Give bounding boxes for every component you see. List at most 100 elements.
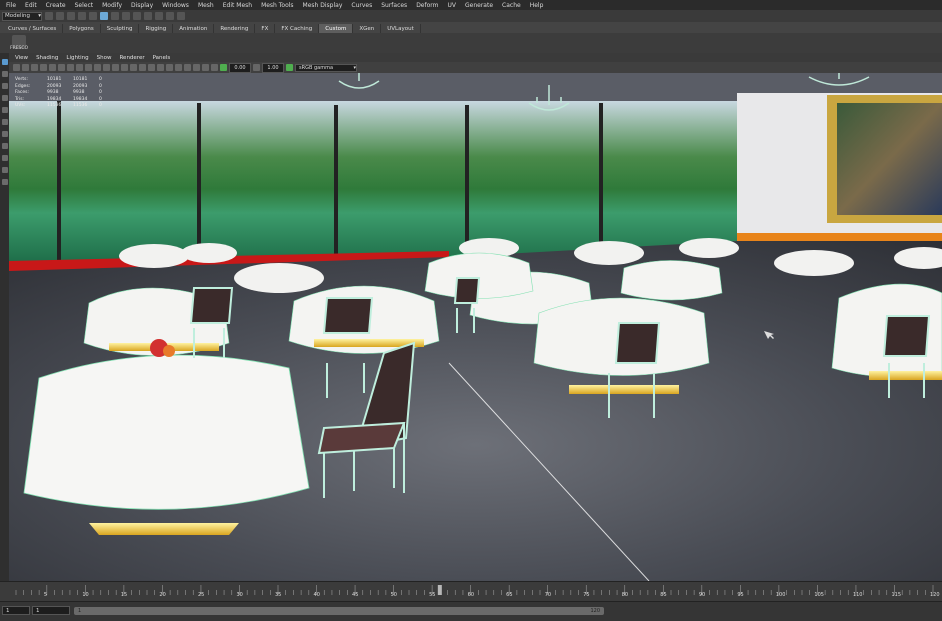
ambient-occlusion-icon[interactable] [157,64,164,71]
shelf-tab-rendering[interactable]: Rendering [214,24,256,33]
select-by-hierarchy-icon[interactable] [100,12,108,20]
menu-create[interactable]: Create [46,2,66,9]
xray-icon[interactable] [193,64,200,71]
panel-menu-lighting[interactable]: Lighting [66,55,88,61]
time-tick-label: 45 [352,592,359,598]
isolate-select-icon[interactable] [184,64,191,71]
menu-uv[interactable]: UV [448,2,457,9]
panel-menu-view[interactable]: View [15,55,28,61]
menu-mesh[interactable]: Mesh [198,2,214,9]
menu-edit-mesh[interactable]: Edit Mesh [223,2,252,9]
rotate-tool-icon[interactable] [1,107,8,113]
select-camera-icon[interactable] [13,64,20,71]
shelf-tab-animation[interactable]: Animation [173,24,215,33]
ipr-render-icon[interactable] [177,12,185,20]
menu-surfaces[interactable]: Surfaces [381,2,407,9]
xray-joints-icon[interactable] [202,64,209,71]
menu-modify[interactable]: Modify [102,2,122,9]
range-start-label: 1 [78,608,82,614]
menu-file[interactable]: File [6,2,16,9]
select-by-component-icon[interactable] [122,12,130,20]
menu-help[interactable]: Help [530,2,544,9]
redo-icon[interactable] [89,12,97,20]
shadows-icon[interactable] [148,64,155,71]
open-scene-icon[interactable] [56,12,64,20]
menu-set-dropdown[interactable]: Modeling ▾ [2,11,42,21]
new-scene-icon[interactable] [45,12,53,20]
bookmarks-icon[interactable] [31,64,38,71]
use-all-lights-icon[interactable] [139,64,146,71]
gate-mask-icon[interactable] [76,64,83,71]
shelf-tab-sculpting[interactable]: Sculpting [101,24,140,33]
camera-attributes-icon[interactable] [22,64,29,71]
snap-point-icon[interactable] [155,12,163,20]
safe-action-icon[interactable] [94,64,101,71]
range-slider[interactable]: 1 120 [74,607,604,615]
resolution-gate-icon[interactable] [67,64,74,71]
render-icon[interactable] [166,12,174,20]
menu-edit[interactable]: Edit [25,2,37,9]
field-chart-icon[interactable] [85,64,92,71]
panel-menu-panels[interactable]: Panels [153,55,171,61]
shelf-tab-fx-caching[interactable]: FX Caching [275,24,320,33]
shelf-tabs: Curves / Surfaces Polygons Sculpting Riggin… [0,22,942,33]
wireframe-on-shaded-icon[interactable] [121,64,128,71]
time-slider[interactable]: 5 10 15 20 25 30 35 40 45 50 55 60 65 70 75 80 85 90 95 100… [0,581,942,602]
exposure-toggle-icon[interactable] [220,64,227,71]
motion-blur-icon[interactable] [166,64,173,71]
current-frame-marker[interactable] [437,585,442,595]
undo-icon[interactable] [78,12,86,20]
panel-menu-shading[interactable]: Shading [36,55,58,61]
panel-menu-renderer[interactable]: Renderer [119,55,144,61]
persp-outliner-layout-icon[interactable] [1,167,8,173]
persp-graph-layout-icon[interactable] [1,179,8,185]
menu-windows[interactable]: Windows [162,2,189,9]
last-tool-icon[interactable] [1,131,8,137]
select-tool-icon[interactable] [1,59,8,65]
menu-generate[interactable]: Generate [465,2,493,9]
four-view-layout-icon[interactable] [1,155,8,161]
start-frame-field[interactable]: 1 [2,606,30,615]
exposure-field[interactable]: 0.00 [229,62,251,73]
perspective-viewport[interactable]: Verts: 10181 10181 0 Edges: 20093 20093 0 Faces:… [9,73,942,581]
menu-curves[interactable]: Curves [351,2,372,9]
menu-display[interactable]: Display [131,2,153,9]
menu-mesh-tools[interactable]: Mesh Tools [261,2,293,9]
menu-mesh-display[interactable]: Mesh Display [303,2,343,9]
backface-culling-icon[interactable] [211,64,218,71]
move-tool-icon[interactable] [1,95,8,101]
save-scene-icon[interactable] [67,12,75,20]
shelf-tab-curves-surfaces[interactable]: Curves / Surfaces [2,24,64,33]
snap-curve-icon[interactable] [144,12,152,20]
snap-grid-icon[interactable] [133,12,141,20]
view-transform-dropdown[interactable]: sRGB gamma ▾ [295,63,357,72]
wireframe-icon[interactable] [103,64,110,71]
shelf-tab-xgen[interactable]: XGen [353,24,382,33]
single-perspective-layout-icon[interactable] [1,143,8,149]
color-management-icon[interactable] [286,64,293,71]
panel-menu-show[interactable]: Show [97,55,112,61]
range-end-label: 120 [590,608,600,614]
shelf-tab-fx[interactable]: FX [255,24,276,33]
film-gate-icon[interactable] [58,64,65,71]
anti-aliasing-icon[interactable] [175,64,182,71]
shelf-tab-uvlayout[interactable]: UVLayout [381,24,421,33]
playback-start-field[interactable]: 1 [32,606,70,615]
shelf-tab-rigging[interactable]: Rigging [139,24,174,33]
menu-deform[interactable]: Deform [416,2,438,9]
shelf-tab-polygons[interactable]: Polygons [63,24,101,33]
paint-select-tool-icon[interactable] [1,83,8,89]
shelf-tab-custom[interactable]: Custom [319,24,354,33]
menu-select[interactable]: Select [75,2,94,9]
textured-icon[interactable] [130,64,137,71]
time-tick-label: 30 [236,592,243,598]
lasso-tool-icon[interactable] [1,71,8,77]
image-plane-icon[interactable] [40,64,47,71]
scale-tool-icon[interactable] [1,119,8,125]
smooth-shade-icon[interactable] [112,64,119,71]
select-by-object-icon[interactable] [111,12,119,20]
gamma-toggle-icon[interactable] [253,64,260,71]
menu-cache[interactable]: Cache [502,2,521,9]
grid-icon[interactable] [49,64,56,71]
gamma-field[interactable]: 1.00 [262,62,284,73]
